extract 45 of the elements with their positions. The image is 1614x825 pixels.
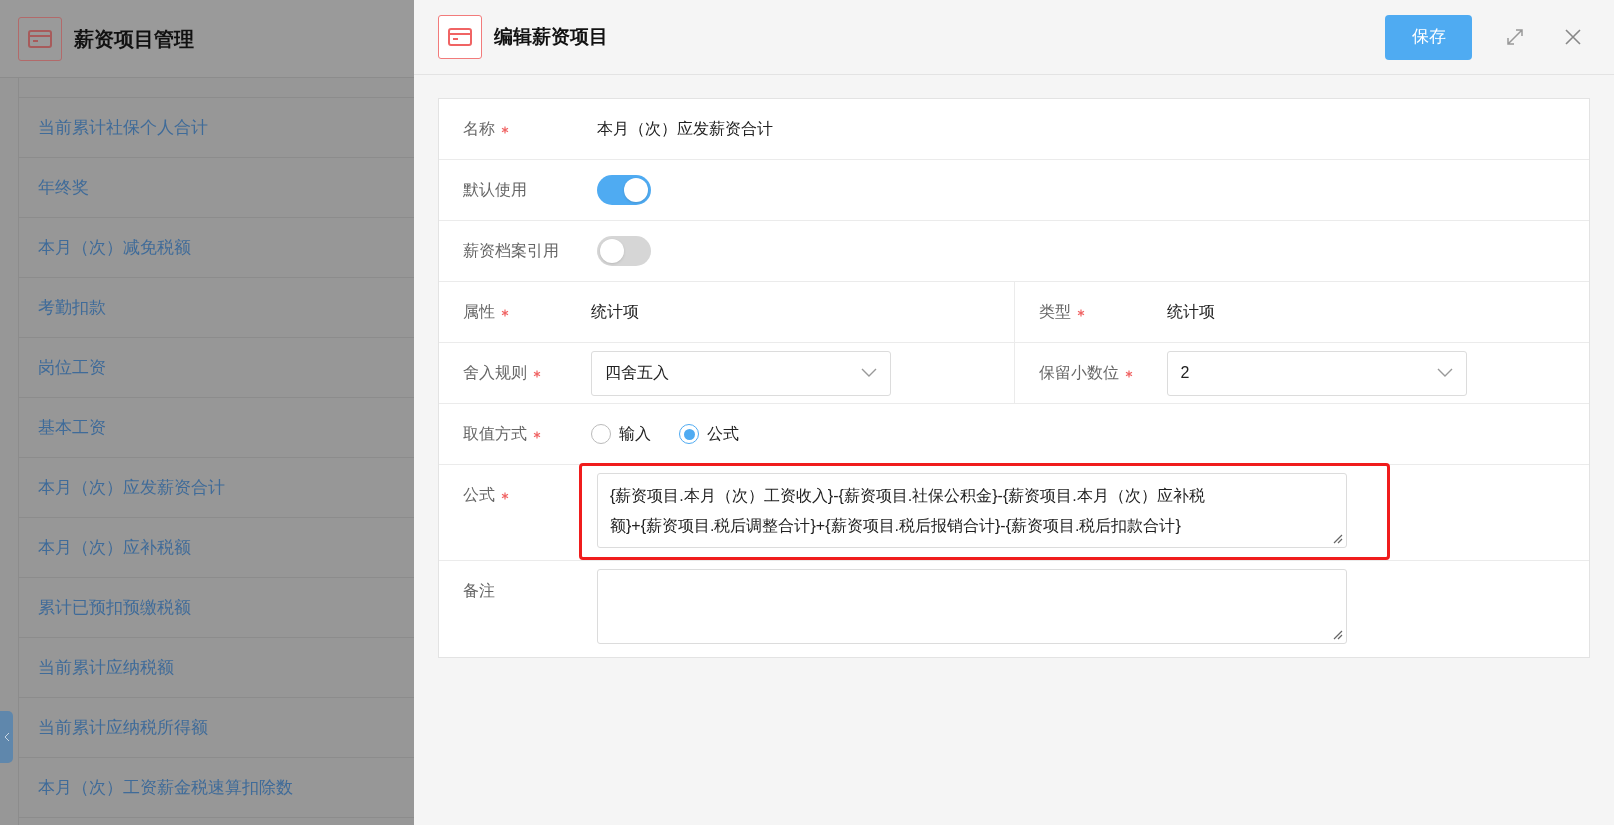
list-item[interactable]: 本月（次）工资薪金税速算扣除数 xyxy=(38,774,293,801)
field-label: 薪资档案引用 xyxy=(463,241,559,261)
list-item[interactable]: 基本工资 xyxy=(38,414,106,441)
resize-grip-icon[interactable] xyxy=(1333,630,1343,640)
field-label: 保留小数位 xyxy=(1038,363,1119,383)
list-item[interactable]: 考勤扣款 xyxy=(38,294,106,321)
expand-icon[interactable] xyxy=(1506,28,1524,46)
resize-grip-icon[interactable] xyxy=(1333,534,1343,544)
save-button[interactable]: 保存 xyxy=(1385,14,1472,60)
card-icon xyxy=(438,15,482,59)
chevron-down-icon xyxy=(861,368,877,378)
field-label: 类型 xyxy=(1038,302,1071,322)
text-area-field[interactable]: {薪资项目.本月（次）工资收入}-{薪资项目.社保公积金}-{薪资项目.本月（次）应补税额}+{薪资项目.税后调整合计}+{薪资项目.税后报销合计}-{薪资项目.税后扣款合计} xyxy=(597,473,1347,548)
field-label: 舍入规则 xyxy=(463,363,527,383)
field-label: 名称 xyxy=(463,119,495,139)
list-item[interactable]: 当前累计社保个人合计 xyxy=(38,114,208,141)
field-value: 统计项 xyxy=(591,302,639,322)
list-item[interactable]: 本月（次）应补税额 xyxy=(38,534,191,561)
field-label: 默认使用 xyxy=(463,180,527,200)
field-label: 属性 xyxy=(463,302,495,322)
chevron-down-icon xyxy=(1436,368,1453,378)
list-item[interactable]: 当前累计应纳税额 xyxy=(38,654,174,681)
select-field[interactable]: 四舍五入 xyxy=(591,350,891,396)
chevron-left-icon xyxy=(3,732,10,742)
field-value: 统计项 xyxy=(1166,302,1215,322)
list-item[interactable]: 本月（次）应发薪资合计 xyxy=(38,474,225,501)
close-icon[interactable] xyxy=(1564,28,1582,46)
list-item[interactable]: 当前累计应纳税所得额 xyxy=(38,714,208,741)
drawer-title: 编辑薪资项目 xyxy=(494,24,609,49)
toggle-switch[interactable] xyxy=(597,236,651,266)
radio-option[interactable]: 公式 xyxy=(679,422,739,446)
list-item[interactable]: 年终奖 xyxy=(38,174,89,201)
select-field[interactable]: 2 xyxy=(1166,350,1467,396)
field-label: 备注 xyxy=(463,581,495,601)
field-value: 本月（次）应发薪资合计 xyxy=(597,119,773,139)
text-area-field[interactable] xyxy=(597,569,1347,644)
card-icon xyxy=(18,16,62,61)
toggle-switch[interactable] xyxy=(597,175,651,205)
list-item[interactable]: 累计已预扣预缴税额 xyxy=(38,594,191,621)
list-item[interactable]: 岗位工资 xyxy=(38,354,106,381)
field-label: 公式 xyxy=(463,485,495,505)
radio-option[interactable]: 输入 xyxy=(591,422,651,446)
page-title: 薪资项目管理 xyxy=(74,26,194,52)
list-item[interactable]: 本月（次）减免税额 xyxy=(38,234,191,261)
field-label: 取值方式 xyxy=(463,424,527,444)
